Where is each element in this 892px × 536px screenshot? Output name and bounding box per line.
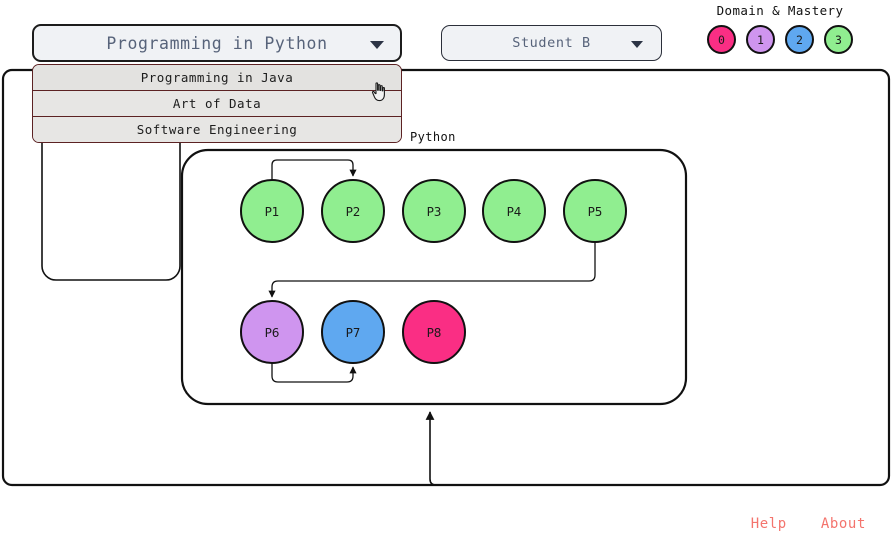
graph-node-p2[interactable] bbox=[321, 179, 385, 243]
legend-dot-mastery-1[interactable]: 1 bbox=[746, 25, 775, 54]
course-menu-item-programming-in-java[interactable]: Programming in Java bbox=[33, 65, 401, 90]
legend-title: Domain & Mastery bbox=[716, 3, 844, 18]
legend-dot-mastery-0[interactable]: 0 bbox=[707, 25, 736, 54]
graph-node-p3[interactable] bbox=[402, 179, 466, 243]
legend-dot-label: 3 bbox=[835, 32, 842, 47]
chevron-down-icon bbox=[631, 41, 643, 48]
graph-node-p8[interactable] bbox=[402, 300, 466, 364]
graph-node-p1[interactable] bbox=[240, 179, 304, 243]
domain-mastery-legend: Domain & Mastery 0 1 2 3 bbox=[690, 0, 870, 54]
graph-node-p5[interactable] bbox=[563, 179, 627, 243]
course-menu-item-art-of-data[interactable]: Art of Data bbox=[33, 90, 401, 116]
course-menu-item-label: Programming in Java bbox=[140, 70, 294, 85]
about-link[interactable]: About bbox=[821, 516, 866, 532]
chevron-down-icon bbox=[370, 41, 384, 49]
course-dropdown-menu[interactable]: Programming in Java Art of Data Software… bbox=[32, 64, 402, 143]
legend-dot-mastery-2[interactable]: 2 bbox=[785, 25, 814, 54]
student-select-dropdown[interactable]: Student B bbox=[441, 25, 662, 61]
legend-dot-label: 0 bbox=[718, 32, 725, 47]
help-link[interactable]: Help bbox=[751, 516, 787, 532]
legend-dot-label: 2 bbox=[796, 32, 803, 47]
python-container-label: Python bbox=[410, 130, 456, 144]
graph-node-p7[interactable] bbox=[321, 300, 385, 364]
legend-dot-label: 1 bbox=[757, 32, 764, 47]
app-root: P1 P2 P3 P4 P5 P6 P7 P8 Python Programmi… bbox=[0, 0, 892, 536]
course-select-value: Programming in Python bbox=[106, 33, 328, 53]
course-menu-item-label: Art of Data bbox=[172, 96, 262, 111]
legend-dot-mastery-3[interactable]: 3 bbox=[824, 25, 853, 54]
footer-links: Help About bbox=[751, 516, 866, 532]
graph-node-p4[interactable] bbox=[482, 179, 546, 243]
course-menu-item-software-engineering[interactable]: Software Engineering bbox=[33, 116, 401, 142]
course-menu-item-label: Software Engineering bbox=[136, 122, 298, 137]
course-select-dropdown[interactable]: Programming in Python bbox=[32, 24, 402, 62]
graph-node-p6[interactable] bbox=[240, 300, 304, 364]
student-select-value: Student B bbox=[512, 35, 591, 51]
legend-levels: 0 1 2 3 bbox=[690, 25, 870, 54]
